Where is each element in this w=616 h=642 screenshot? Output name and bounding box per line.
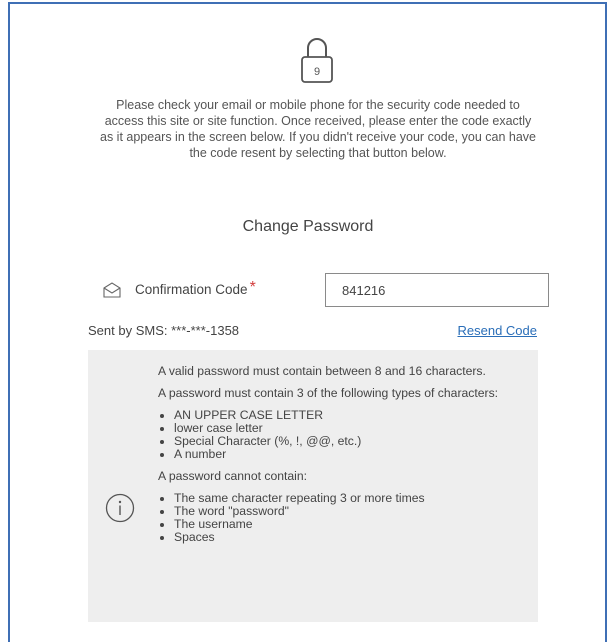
list-item: The username [174,518,523,531]
password-rules-text: A valid password must contain between 8 … [158,365,523,553]
resend-code-link[interactable]: Resend Code [458,323,538,338]
list-item: Spaces [174,531,523,544]
lock-icon: 9 [301,38,333,83]
required-marker: * [249,279,256,296]
list-item: Special Character (%, !, @@, etc.) [174,435,523,448]
svg-text:9: 9 [314,66,320,78]
confirmation-code-label: Confirmation Code * [135,279,256,299]
page-title: Change Password [242,218,374,235]
password-rules-panel: A valid password must contain between 8 … [88,350,538,622]
confirmation-code-input[interactable] [325,273,549,307]
length-rule: A valid password must contain between 8 … [158,364,486,378]
sent-by-text: Sent by SMS: ***-***-1358 [88,323,240,338]
cannot-heading: A password cannot contain: [158,469,308,483]
confirmation-code-label-text: Confirmation Code [135,282,248,297]
intro-text: Please check your email or mobile phone … [100,98,536,160]
list-item: A number [174,448,523,461]
mail-icon [103,282,121,298]
info-icon [105,493,135,523]
cannot-list: The same character repeating 3 or more t… [158,492,523,544]
types-heading: A password must contain 3 of the followi… [158,386,499,400]
types-list: AN UPPER CASE LETTER lower case letter S… [158,409,523,461]
